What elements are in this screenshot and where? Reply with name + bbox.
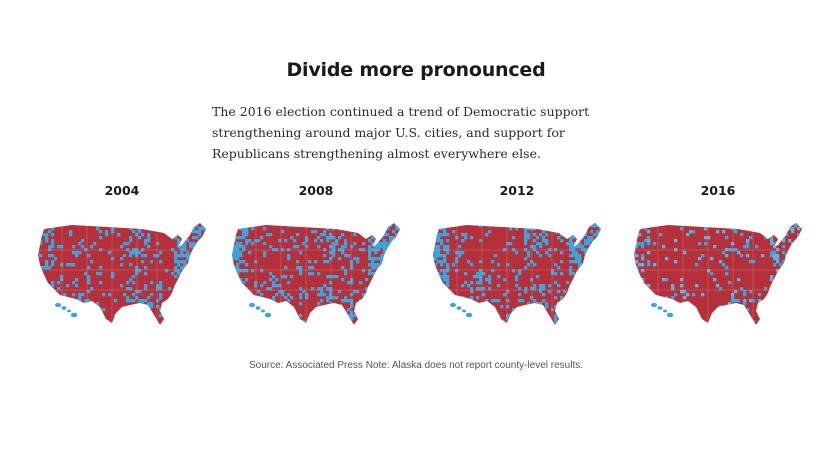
us-county-map-2004	[38, 223, 206, 325]
map-panel-2012: 2012	[427, 183, 607, 333]
us-county-map-2012	[433, 223, 601, 325]
hawaii-island	[264, 312, 272, 318]
hawaii-island	[255, 306, 261, 310]
hawaii-island	[462, 309, 466, 313]
us-county-map-2008	[232, 223, 400, 325]
hawaii-island	[465, 312, 473, 318]
us-county-map-2016	[634, 223, 802, 325]
page-title: Divide more pronounced	[286, 59, 546, 81]
description: The 2016 election continued a trend of D…	[212, 104, 590, 161]
map-panel-2016: 2016	[628, 183, 808, 333]
hawaii-island	[651, 302, 657, 308]
hawaii-island	[61, 306, 67, 310]
hawaii-island	[450, 302, 456, 308]
map-year-label: 2008	[298, 183, 334, 198]
hawaii-island	[666, 312, 674, 318]
hawaii-island	[67, 309, 71, 313]
map-year-label: 2016	[700, 183, 736, 198]
map-land	[38, 223, 206, 325]
hawaii-island	[70, 312, 78, 318]
hawaii-island	[55, 302, 61, 308]
map-land	[634, 223, 802, 325]
map-panel-2008: 2008	[226, 183, 406, 333]
hawaii-island	[261, 309, 265, 313]
hawaii-island	[456, 306, 462, 310]
hawaii-island	[249, 302, 255, 308]
map-year-label: 2012	[499, 183, 535, 198]
source-note: Source: Associated Press Note: Alaska do…	[248, 360, 584, 371]
hawaii-island	[657, 306, 663, 310]
hawaii-island	[663, 309, 667, 313]
map-panel-2004: 2004	[32, 183, 212, 333]
map-land	[232, 223, 400, 325]
page: Divide more pronounced The 2016 election…	[0, 0, 832, 451]
map-year-label: 2004	[104, 183, 140, 198]
